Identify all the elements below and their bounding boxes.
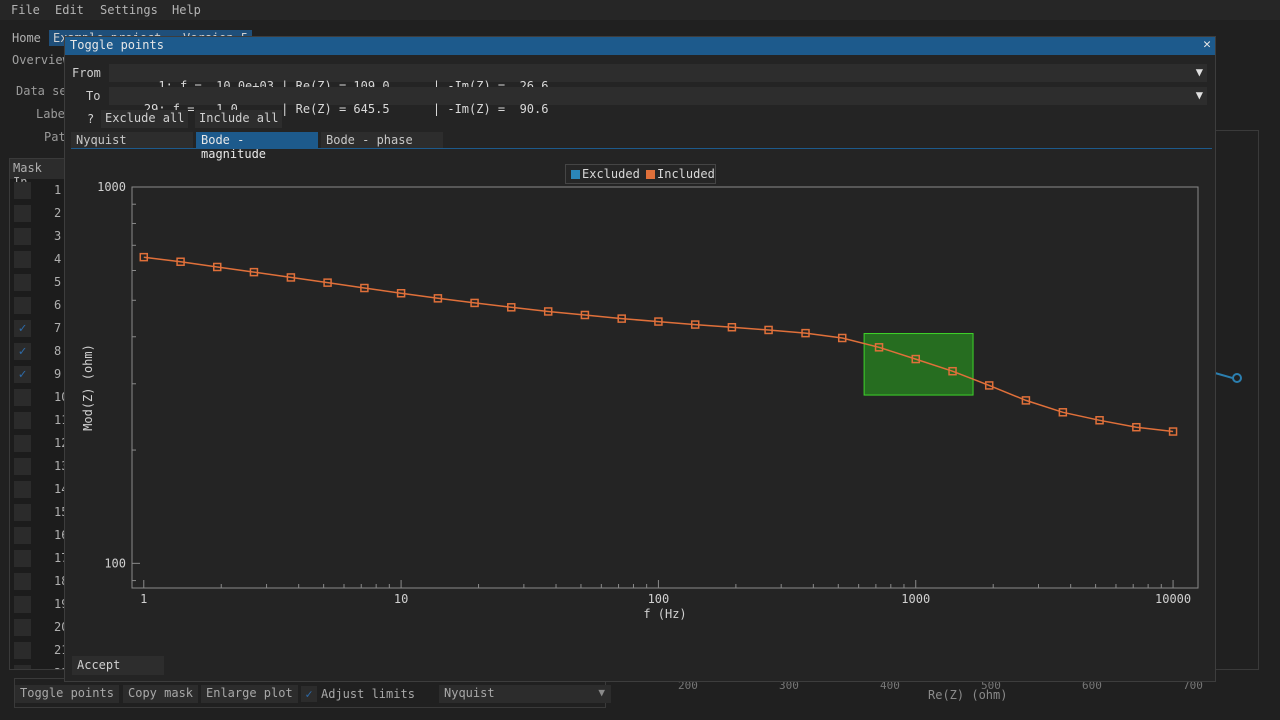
x-tick-label: 1000	[901, 592, 930, 606]
table-row: 20	[10, 616, 64, 639]
x-tick-label: 100	[648, 592, 670, 606]
menu-settings[interactable]: Settings	[100, 3, 158, 17]
accept-button[interactable]: Accept	[72, 656, 164, 675]
mask-checkbox[interactable]	[14, 297, 31, 314]
mask-checkbox[interactable]	[14, 527, 31, 544]
y-axis-label: Mod(Z) (ohm)	[81, 344, 95, 431]
table-row: ✓ 7	[10, 317, 64, 340]
row-index: 5	[54, 275, 62, 289]
toggle-points-button[interactable]: Toggle points	[15, 685, 119, 703]
path-label: Pat	[44, 130, 66, 144]
x-tick-label: 1	[140, 592, 147, 606]
copy-mask-button[interactable]: Copy mask	[123, 685, 199, 703]
plot-type-value: Nyquist	[444, 686, 495, 700]
mask-checkbox[interactable]	[14, 274, 31, 291]
mask-checkbox[interactable]	[14, 251, 31, 268]
table-row: 18	[10, 570, 64, 593]
mask-checkbox[interactable]	[14, 573, 31, 590]
bg-plot-x-axis-label: Re(Z) (ohm)	[928, 688, 1008, 702]
mask-checkbox[interactable]	[14, 205, 31, 222]
mask-checkbox[interactable]	[14, 228, 31, 245]
adjust-limits-label: Adjust limits	[321, 687, 415, 701]
label-label: Labe	[36, 107, 65, 121]
mask-checkbox[interactable]	[14, 550, 31, 567]
y-tick-label: 1000	[97, 180, 126, 194]
plot-type-dropdown[interactable]: Nyquist ▼	[439, 685, 611, 703]
table-row: 17	[10, 547, 64, 570]
mask-checkbox[interactable]	[14, 412, 31, 429]
table-row: 16	[10, 524, 64, 547]
table-row: 3	[10, 225, 64, 248]
mask-column-header: Mask	[13, 161, 42, 175]
table-row: 13	[10, 455, 64, 478]
table-row: 15	[10, 501, 64, 524]
mask-checkbox[interactable]	[14, 435, 31, 452]
toggle-points-dialog: Toggle points ✕ From 1: f = 10.0e+03 | R…	[64, 36, 1216, 682]
mask-checkbox[interactable]	[14, 182, 31, 199]
mask-checkbox[interactable]	[14, 389, 31, 406]
table-row: 2	[10, 202, 64, 225]
x-tick-label: 10000	[1155, 592, 1191, 606]
enlarge-plot-button[interactable]: Enlarge plot	[201, 685, 298, 703]
mask-checkbox[interactable]	[14, 504, 31, 521]
mask-checkbox[interactable]	[14, 642, 31, 659]
bode-magnitude-plot[interactable]: 1 10 100 1000 10000 100 1000 f (Hz) Mod(Z) (ohm)	[65, 37, 1215, 637]
adjust-limits-checkbox[interactable]: ✓ Adjust limits	[301, 685, 420, 703]
row-index: 6	[54, 298, 62, 312]
mask-checkbox[interactable]	[14, 596, 31, 613]
mask-checkbox[interactable]: ✓	[14, 366, 31, 383]
check-icon: ✓	[301, 686, 317, 702]
x-tick-label: 10	[394, 592, 408, 606]
mask-table-body: 123456✓7✓8✓910111213141516171819202122	[10, 179, 64, 669]
tab-home[interactable]: Home	[8, 30, 45, 46]
table-row: 10	[10, 386, 64, 409]
mask-checkbox[interactable]	[14, 619, 31, 636]
row-index: 9	[54, 367, 62, 381]
table-row: 22	[10, 662, 64, 669]
row-index: 4	[54, 252, 62, 266]
row-index: 7	[54, 321, 62, 335]
mask-checkbox[interactable]	[14, 665, 31, 669]
x-axis-label: f (Hz)	[643, 607, 686, 621]
bottom-toolbar: Toggle points Copy mask Enlarge plot ✓ Ad…	[14, 678, 611, 708]
mask-checkbox[interactable]	[14, 481, 31, 498]
menu-bar: File Edit Settings Help	[0, 0, 1280, 20]
table-row: 14	[10, 478, 64, 501]
table-row: ✓ 8	[10, 340, 64, 363]
plot-area	[131, 186, 1199, 589]
table-row: 21	[10, 639, 64, 662]
background-plot-frame	[1215, 130, 1259, 670]
mask-table: Mask In 123456✓7✓8✓910111213141516171819…	[9, 158, 65, 670]
mask-checkbox[interactable]	[14, 458, 31, 475]
row-index: 8	[54, 344, 62, 358]
table-row: 1	[10, 179, 64, 202]
data-set-label: Data se	[16, 84, 67, 98]
row-index: 1	[54, 183, 62, 197]
menu-help[interactable]: Help	[172, 3, 201, 17]
table-row: 11	[10, 409, 64, 432]
table-row: 12	[10, 432, 64, 455]
chevron-down-icon: ▼	[598, 686, 605, 699]
row-index: 3	[54, 229, 62, 243]
table-row: 6	[10, 294, 64, 317]
mask-checkbox[interactable]: ✓	[14, 343, 31, 360]
selection-rectangle	[863, 333, 974, 396]
mask-checkbox[interactable]: ✓	[14, 320, 31, 337]
menu-edit[interactable]: Edit	[55, 3, 84, 17]
row-index: 2	[54, 206, 62, 220]
y-tick-label: 100	[104, 556, 126, 570]
table-row: 4	[10, 248, 64, 271]
table-row: 19	[10, 593, 64, 616]
mask-table-header: Mask In	[10, 159, 64, 189]
table-row: 5	[10, 271, 64, 294]
background-plot-marker	[1232, 373, 1242, 383]
menu-file[interactable]: File	[11, 3, 40, 17]
table-row: ✓ 9	[10, 363, 64, 386]
